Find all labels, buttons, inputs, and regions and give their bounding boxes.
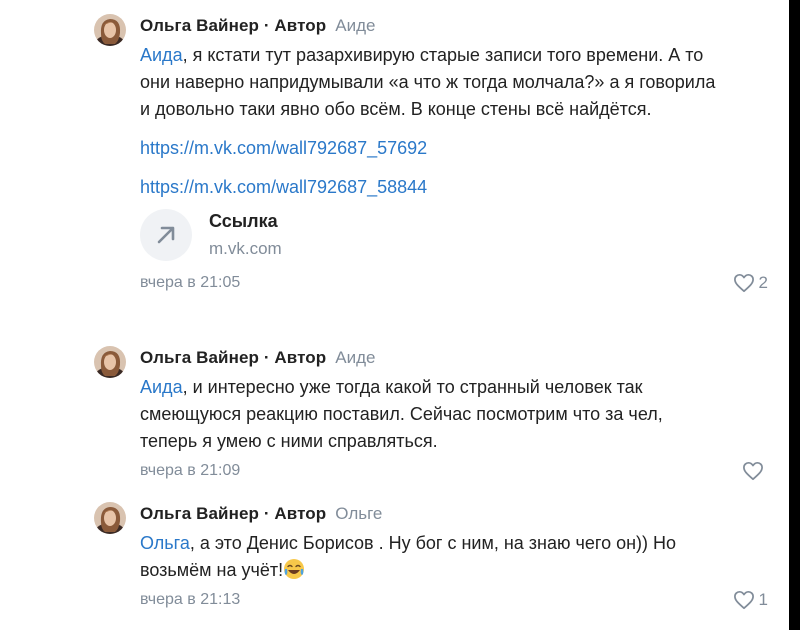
like-button[interactable]: 2 [733,271,768,295]
avatar[interactable] [94,346,126,378]
comment-time: вчера в 21:09 [140,462,241,479]
link-card-title: Ссылка [209,211,278,231]
reply-to-name[interactable]: Аиде [335,16,375,35]
author-name[interactable]: Ольга Вайнер · Автор [140,348,326,367]
comment-text-body: , и интересно уже тогда какой то странны… [140,377,663,451]
comment-time: вчера в 21:13 [140,591,241,608]
author-name[interactable]: Ольга Вайнер · Автор [140,504,326,523]
comment-text: Аида, я кстати тут разархивирую старые з… [140,42,774,123]
comment-text-body: , я кстати тут разархивирую старые запис… [140,45,716,119]
mention-link[interactable]: Ольга [140,533,190,553]
comment-text: Ольга, а это Денис Борисов . Ну бог с ни… [140,530,774,584]
comment-text-body: , а это Денис Борисов . Ну бог с ним, на… [140,533,677,580]
author-name[interactable]: Ольга Вайнер · Автор [140,16,326,35]
like-button[interactable]: 1 [733,588,768,612]
heart-icon [733,273,754,293]
mention-link[interactable]: Аида [140,377,183,397]
reply-to-name[interactable]: Ольге [335,504,382,523]
avatar[interactable] [94,502,126,534]
comments-screen: Ольга Вайнер · Автор Аиде Аида, я кстати … [0,0,789,630]
tears-of-joy-emoji-icon [284,559,305,579]
like-count: 2 [758,273,768,292]
link-card[interactable]: Ссылка m.vk.com [140,207,774,267]
heart-icon [743,461,763,481]
avatar[interactable] [94,14,126,46]
link-card-domain: m.vk.com [209,239,282,258]
heart-icon [733,590,754,610]
link-1[interactable]: https://m.vk.com/wall792687_57692 [140,135,774,162]
comment-time: вчера в 21:05 [140,274,241,291]
like-count: 1 [758,590,768,609]
mention-link[interactable]: Аида [140,45,183,65]
reply-to-name[interactable]: Аиде [335,348,375,367]
comment-text: Аида, и интересно уже тогда какой то стр… [140,374,774,455]
arrow-up-right-icon [140,209,192,261]
link-2[interactable]: https://m.vk.com/wall792687_58844 [140,174,774,201]
like-button[interactable] [742,459,768,483]
